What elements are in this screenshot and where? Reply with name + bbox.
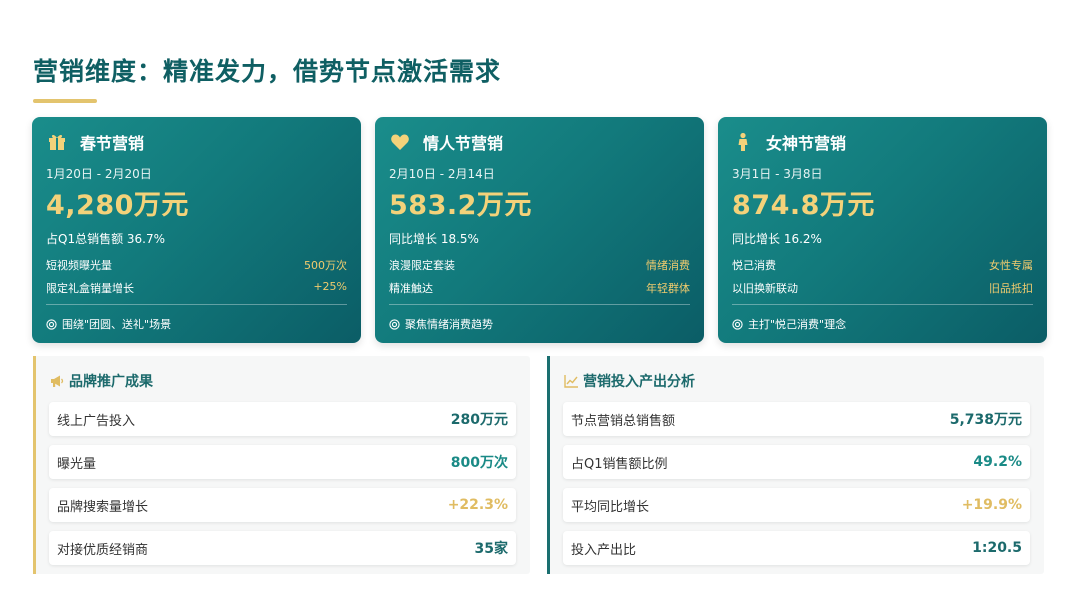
target-icon [46, 318, 57, 330]
card-row-value: 年轻群体 [646, 282, 690, 295]
card-amount: 4,280万元 [46, 190, 189, 221]
card-footer: 聚焦情绪消费趋势 [389, 316, 493, 332]
panel-row-key: 对接优质经销商 [57, 542, 149, 558]
card-valentines: 情人节营销 2月10日 - 2月14日 583.2万元 同比增长 18.5% 浪… [375, 117, 704, 343]
card-row: 限定礼盒销量增长 +25% [46, 280, 347, 296]
card-footer: 围绕"团圆、送礼"场景 [46, 316, 171, 332]
card-row-key: 浪漫限定套装 [389, 259, 455, 272]
card-row: 以旧换新联动 旧品抵扣 [732, 280, 1033, 296]
card-footer: 主打"悦己消费"理念 [732, 316, 846, 332]
panel-title-text: 营销投入产出分析 [583, 374, 695, 390]
panel-row-key: 曝光量 [57, 456, 97, 472]
panel-accent-bar [547, 356, 550, 574]
line-chart-icon [564, 375, 578, 388]
page-title: 营销维度：精准发力，借势节点激活需求 [33, 57, 502, 86]
panel-row-key: 品牌搜索量增长 [57, 499, 149, 515]
card-footer-text: 主打"悦己消费"理念 [748, 318, 847, 331]
panel-row: 品牌搜索量增长 +22.3% [49, 488, 516, 522]
panel-row: 平均同比增长 +19.9% [563, 488, 1030, 522]
card-footer-text: 聚焦情绪消费趋势 [405, 318, 493, 331]
card-row: 短视频曝光量 500万次 [46, 257, 347, 273]
card-header: 情人节营销 [389, 130, 503, 154]
roi-analysis-panel: 营销投入产出分析 节点营销总销售额 5,738万元 占Q1销售额比例 49.2%… [547, 356, 1044, 574]
panel-row-value: 49.2% [973, 454, 1022, 470]
card-date: 3月1日 - 3月8日 [732, 167, 823, 181]
panel-title-text: 品牌推广成果 [69, 374, 153, 390]
card-row: 浪漫限定套装 情绪消费 [389, 257, 690, 273]
gift-icon [46, 131, 68, 153]
panel-row: 投入产出比 1:20.5 [563, 531, 1030, 565]
card-row-key: 精准触达 [389, 282, 433, 295]
card-row: 精准触达 年轻群体 [389, 280, 690, 296]
panel-row-key: 投入产出比 [571, 542, 637, 558]
card-row-value: 情绪消费 [646, 259, 690, 272]
panel-row: 曝光量 800万次 [49, 445, 516, 479]
panel-row: 对接优质经销商 35家 [49, 531, 516, 565]
panel-row-key: 线上广告投入 [57, 413, 136, 429]
card-womens-day: 女神节营销 3月1日 - 3月8日 874.8万元 同比增长 16.2% 悦己消… [718, 117, 1047, 343]
card-row-key: 限定礼盒销量增长 [46, 282, 134, 295]
panel-row-key: 节点营销总销售额 [571, 413, 676, 429]
panel-title: 营销投入产出分析 [563, 371, 695, 391]
card-label: 情人节营销 [423, 134, 504, 153]
panel-row-value: 800万次 [450, 455, 508, 471]
card-date: 1月20日 - 2月20日 [46, 167, 152, 181]
card-row-key: 以旧换新联动 [732, 282, 798, 295]
card-share: 同比增长 18.5% [389, 232, 479, 246]
panel-row-value: 35家 [474, 541, 508, 557]
card-footer-text: 围绕"团圆、送礼"场景 [62, 318, 172, 331]
target-icon [389, 318, 400, 330]
panel-row: 占Q1销售额比例 49.2% [563, 445, 1030, 479]
card-row-value: 500万次 [304, 259, 347, 272]
target-icon [732, 318, 743, 330]
panel-row-value: 5,738万元 [949, 412, 1022, 428]
heart-icon [389, 131, 411, 153]
card-share: 同比增长 16.2% [732, 232, 822, 246]
panel-row-value: 1:20.5 [972, 540, 1022, 556]
card-row-key: 悦己消费 [732, 259, 776, 272]
panel-row-value: 280万元 [450, 412, 508, 428]
female-icon [732, 131, 754, 153]
card-row: 悦己消费 女性专属 [732, 257, 1033, 273]
panel-row-value: +19.9% [961, 497, 1022, 513]
panel-row-value: +22.3% [447, 497, 508, 513]
panel-row: 节点营销总销售额 5,738万元 [563, 402, 1030, 436]
panel-row: 线上广告投入 280万元 [49, 402, 516, 436]
panel-row-key: 占Q1销售额比例 [571, 456, 668, 472]
card-amount: 583.2万元 [389, 190, 532, 221]
title-underline [33, 99, 97, 103]
card-row-key: 短视频曝光量 [46, 259, 112, 272]
panel-title: 品牌推广成果 [49, 371, 153, 391]
panel-row-key: 平均同比增长 [571, 499, 650, 515]
card-row-value: +25% [313, 280, 347, 293]
card-amount: 874.8万元 [732, 190, 875, 221]
card-header: 春节营销 [46, 130, 144, 154]
card-divider [732, 304, 1033, 305]
card-divider [389, 304, 690, 305]
card-row-value: 女性专属 [989, 259, 1033, 272]
card-date: 2月10日 - 2月14日 [389, 167, 495, 181]
card-header: 女神节营销 [732, 130, 846, 154]
panel-accent-bar [33, 356, 36, 574]
card-divider [46, 304, 347, 305]
card-label: 女神节营销 [766, 134, 847, 153]
megaphone-icon [51, 375, 64, 387]
card-label: 春节营销 [80, 134, 145, 153]
card-spring-festival: 春节营销 1月20日 - 2月20日 4,280万元 占Q1总销售额 36.7%… [32, 117, 361, 343]
card-row-value: 旧品抵扣 [989, 282, 1033, 295]
card-share: 占Q1总销售额 36.7% [46, 232, 166, 246]
brand-results-panel: 品牌推广成果 线上广告投入 280万元 曝光量 800万次 品牌搜索量增长 +2… [33, 356, 530, 574]
